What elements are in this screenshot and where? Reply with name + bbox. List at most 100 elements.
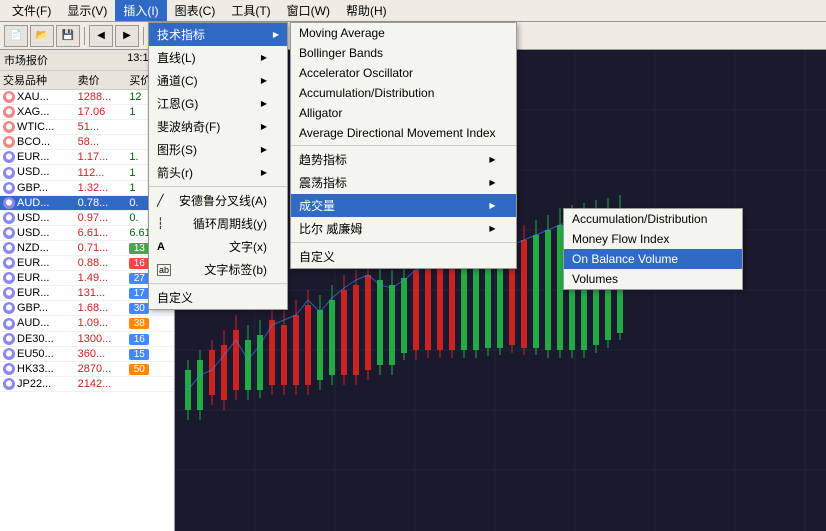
menu-help[interactable]: 帮助(H) bbox=[338, 0, 395, 21]
menu-shapes[interactable]: 图形(S) ▶ bbox=[149, 138, 287, 161]
menu-title-bar[interactable]: 技术指标 ▶ bbox=[149, 23, 287, 46]
menu-andrew-label: 安德鲁分叉线(A) bbox=[179, 192, 267, 209]
symbol-icon: ⬤ bbox=[3, 151, 15, 163]
symbol-icon: ⬤ bbox=[3, 106, 15, 118]
menu-cycle-icon: ┆ bbox=[157, 217, 164, 230]
status-badge: 17 bbox=[129, 288, 149, 299]
toolbar-save[interactable]: 💾 bbox=[56, 25, 80, 47]
symbol-cell: ⬤XAG... bbox=[0, 105, 75, 120]
market-row[interactable]: ⬤EU50...360...15 bbox=[0, 346, 174, 361]
vol-money-flow[interactable]: Money Flow Index bbox=[564, 229, 742, 249]
symbol-icon: ⬤ bbox=[3, 136, 15, 148]
menu-text[interactable]: A 文字(x) bbox=[149, 235, 287, 258]
ind-trend-arrow: ▶ bbox=[489, 155, 495, 164]
menu-andrew[interactable]: ╱ 安德鲁分叉线(A) bbox=[149, 189, 287, 212]
symbol-icon: ⬤ bbox=[3, 363, 15, 375]
menu-text-icon: A bbox=[157, 241, 165, 253]
symbol-icon: ⬤ bbox=[3, 227, 15, 239]
ind-custom[interactable]: 自定义 bbox=[291, 245, 516, 268]
ind-bollinger[interactable]: Bollinger Bands bbox=[291, 43, 516, 63]
ind-oscillator-label: 震荡指标 bbox=[299, 174, 347, 191]
market-row[interactable]: ⬤JP22...2142... bbox=[0, 376, 174, 391]
menu-andrew-icon: ╱ bbox=[157, 194, 164, 207]
vol-volumes[interactable]: Volumes bbox=[564, 269, 742, 289]
vol-on-balance-label: On Balance Volume bbox=[572, 252, 678, 266]
toolbar-new[interactable]: 📄 bbox=[4, 25, 28, 47]
menu-arrows[interactable]: 箭头(r) ▶ bbox=[149, 161, 287, 184]
ind-accum-dist[interactable]: Accumulation/Distribution bbox=[291, 83, 516, 103]
status-badge: 50 bbox=[129, 364, 149, 375]
symbol-cell: ⬤GBP... bbox=[0, 301, 75, 316]
ind-volume[interactable]: 成交量 ▶ bbox=[291, 194, 516, 217]
ind-bill-williams[interactable]: 比尔 威廉姆 ▶ bbox=[291, 217, 516, 240]
menu-fibonacci[interactable]: 斐波纳奇(F) ▶ bbox=[149, 115, 287, 138]
menu-indicators-panel: Moving Average Bollinger Bands Accelerat… bbox=[290, 22, 517, 269]
toolbar-back[interactable]: ◀ bbox=[89, 25, 113, 47]
menu-cycle[interactable]: ┆ 循环周期线(y) bbox=[149, 212, 287, 235]
menu-view[interactable]: 显示(V) bbox=[59, 0, 115, 21]
ind-adx[interactable]: Average Directional Movement Index bbox=[291, 123, 516, 143]
market-title: 市场报价 bbox=[4, 52, 48, 68]
vol-accum-dist[interactable]: Accumulation/Distribution bbox=[564, 209, 742, 229]
symbol-icon: ⬤ bbox=[3, 197, 15, 209]
menu-line-arrow: ▶ bbox=[261, 53, 267, 62]
menu-channel-label: 通道(C) bbox=[157, 72, 198, 89]
ind-bill-williams-label: 比尔 威廉姆 bbox=[299, 220, 362, 237]
menu-title-label: 技术指标 bbox=[157, 26, 205, 43]
symbol-cell: ⬤JP22... bbox=[0, 376, 75, 391]
menu-arrows-label: 箭头(r) bbox=[157, 164, 193, 181]
ask-cell: 16 bbox=[126, 331, 174, 346]
menu-insert[interactable]: 插入(I) bbox=[115, 0, 166, 21]
ind-alligator[interactable]: Alligator bbox=[291, 103, 516, 123]
toolbar-fwd[interactable]: ▶ bbox=[115, 25, 139, 47]
bid-cell: 1.09... bbox=[75, 316, 127, 331]
bid-cell: 0.97... bbox=[75, 210, 127, 225]
bid-cell: 0.71... bbox=[75, 240, 127, 255]
menu-channel[interactable]: 通道(C) ▶ bbox=[149, 69, 287, 92]
market-row[interactable]: ⬤AUD...1.09...38 bbox=[0, 316, 174, 331]
menu-file[interactable]: 文件(F) bbox=[4, 0, 59, 21]
menu-window[interactable]: 窗口(W) bbox=[279, 0, 338, 21]
symbol-cell: ⬤USD... bbox=[0, 225, 75, 240]
menu-sep1 bbox=[149, 186, 287, 187]
ask-cell: 38 bbox=[126, 316, 174, 331]
symbol-icon: ⬤ bbox=[3, 242, 15, 254]
ind-alligator-label: Alligator bbox=[299, 106, 342, 120]
ind-bill-williams-arrow: ▶ bbox=[489, 224, 495, 233]
vol-money-flow-label: Money Flow Index bbox=[572, 232, 669, 246]
menu-text-label-item[interactable]: ab 文字标签(b) bbox=[149, 258, 287, 281]
ask-cell: 50 bbox=[126, 361, 174, 376]
ind-trend[interactable]: 趋势指标 ▶ bbox=[291, 148, 516, 171]
bid-cell: 6.61... bbox=[75, 225, 127, 240]
ind-volume-label: 成交量 bbox=[299, 197, 335, 214]
ind-oscillator[interactable]: 震荡指标 ▶ bbox=[291, 171, 516, 194]
menu-tools[interactable]: 工具(T) bbox=[223, 0, 278, 21]
market-row[interactable]: ⬤HK33...2870...50 bbox=[0, 361, 174, 376]
menu-custom[interactable]: 自定义 bbox=[149, 286, 287, 309]
status-badge: 38 bbox=[129, 318, 149, 329]
menu-chart[interactable]: 图表(C) bbox=[167, 0, 224, 21]
menu-line-label: 直线(L) bbox=[157, 49, 196, 66]
ind-trend-label: 趋势指标 bbox=[299, 151, 347, 168]
toolbar-open[interactable]: 📂 bbox=[30, 25, 54, 47]
ind-bollinger-label: Bollinger Bands bbox=[299, 46, 383, 60]
menu-cycle-label: 循环周期线(y) bbox=[193, 215, 267, 232]
menu-gann[interactable]: 江恩(G) ▶ bbox=[149, 92, 287, 115]
symbol-icon: ⬤ bbox=[3, 121, 15, 133]
market-row[interactable]: ⬤DE30...1300...16 bbox=[0, 331, 174, 346]
menu-fibonacci-label: 斐波纳奇(F) bbox=[157, 118, 220, 135]
toolbar-sep1 bbox=[84, 27, 85, 45]
vol-on-balance[interactable]: On Balance Volume bbox=[564, 249, 742, 269]
ind-accelerator[interactable]: Accelerator Oscillator bbox=[291, 63, 516, 83]
ask-cell: 15 bbox=[126, 346, 174, 361]
symbol-cell: ⬤EUR... bbox=[0, 286, 75, 301]
status-badge: 27 bbox=[129, 273, 149, 284]
symbol-icon: ⬤ bbox=[3, 302, 15, 314]
symbol-icon: ⬤ bbox=[3, 182, 15, 194]
ind-moving-avg-label: Moving Average bbox=[299, 26, 385, 40]
bid-cell: 1.49... bbox=[75, 271, 127, 286]
symbol-cell: ⬤XAU... bbox=[0, 90, 75, 105]
menu-line[interactable]: 直线(L) ▶ bbox=[149, 46, 287, 69]
ind-moving-avg[interactable]: Moving Average bbox=[291, 23, 516, 43]
ind-adx-label: Average Directional Movement Index bbox=[299, 126, 496, 140]
